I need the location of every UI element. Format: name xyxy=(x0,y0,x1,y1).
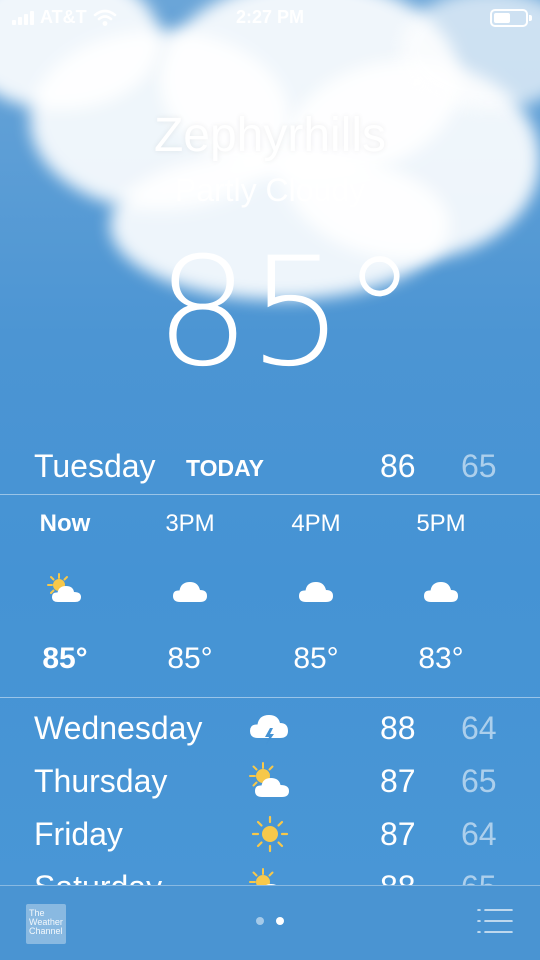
day-name: Thursday xyxy=(34,763,168,799)
today-row: Tuesday TODAY 86 65 xyxy=(0,440,540,495)
battery-icon xyxy=(490,9,532,27)
cloud-icon xyxy=(299,582,333,602)
hour-label: 5PM xyxy=(416,510,466,537)
partly-sunny-icon xyxy=(249,762,289,797)
daily-row: Saturday 88 65 xyxy=(0,859,540,885)
page-dot[interactable] xyxy=(256,917,264,925)
daily-row: Wednesday 88 64 xyxy=(0,700,540,753)
day-high: 87 xyxy=(380,816,416,852)
status-time: 2:27 PM xyxy=(235,7,305,27)
hour-label: 4PM xyxy=(291,510,341,537)
weather-channel-logo[interactable]: The Weather Channel xyxy=(26,904,66,944)
hour-label: Now xyxy=(39,510,91,537)
city-name: Zephyrhills xyxy=(153,109,387,162)
day-low: 64 xyxy=(461,710,497,746)
hour-temp: 85° xyxy=(293,642,339,675)
day-name: Wednesday xyxy=(34,710,203,746)
day-low: 64 xyxy=(461,816,497,852)
today-day: Tuesday xyxy=(34,448,156,484)
sun-icon xyxy=(251,815,289,853)
day-high: 87 xyxy=(380,763,416,799)
daily-forecast[interactable]: Wednesday 88 64 Thursday 87 65 Friday 87… xyxy=(0,700,540,885)
current-condition: Partly Cloudy xyxy=(174,172,366,208)
current-temperature: 85° xyxy=(155,226,417,400)
day-low: 65 xyxy=(461,763,497,799)
daily-row: Friday 87 64 xyxy=(0,806,540,859)
hour-temp: 83° xyxy=(418,642,464,675)
thunderstorm-icon xyxy=(250,715,288,745)
status-bar: AT&T 2:27 PM xyxy=(0,0,540,36)
today-low: 65 xyxy=(461,448,497,484)
page-dot-active[interactable] xyxy=(276,917,284,925)
partly-sunny-icon xyxy=(47,573,81,602)
day-high: 88 xyxy=(380,869,416,885)
hour-label: 3PM xyxy=(165,510,215,537)
hourly-forecast[interactable]: Now 85° 3PM 85° 4PM 85° 5PM 83° xyxy=(0,496,540,698)
list-icon[interactable] xyxy=(476,908,514,934)
bottom-toolbar: The Weather Channel xyxy=(0,885,540,960)
partly-sunny-icon xyxy=(249,868,277,885)
cloud-icon xyxy=(424,582,458,602)
cloud-icon xyxy=(173,582,207,602)
today-label: TODAY xyxy=(186,455,264,481)
day-name: Friday xyxy=(34,816,123,852)
hour-temp: 85° xyxy=(42,642,88,675)
daily-row: Thursday 87 65 xyxy=(0,753,540,806)
day-high: 88 xyxy=(380,710,416,746)
day-name: Saturday xyxy=(34,869,162,885)
hour-temp: 85° xyxy=(167,642,213,675)
today-high: 86 xyxy=(380,448,416,484)
page-indicator[interactable] xyxy=(256,917,284,925)
day-low: 65 xyxy=(461,869,497,885)
